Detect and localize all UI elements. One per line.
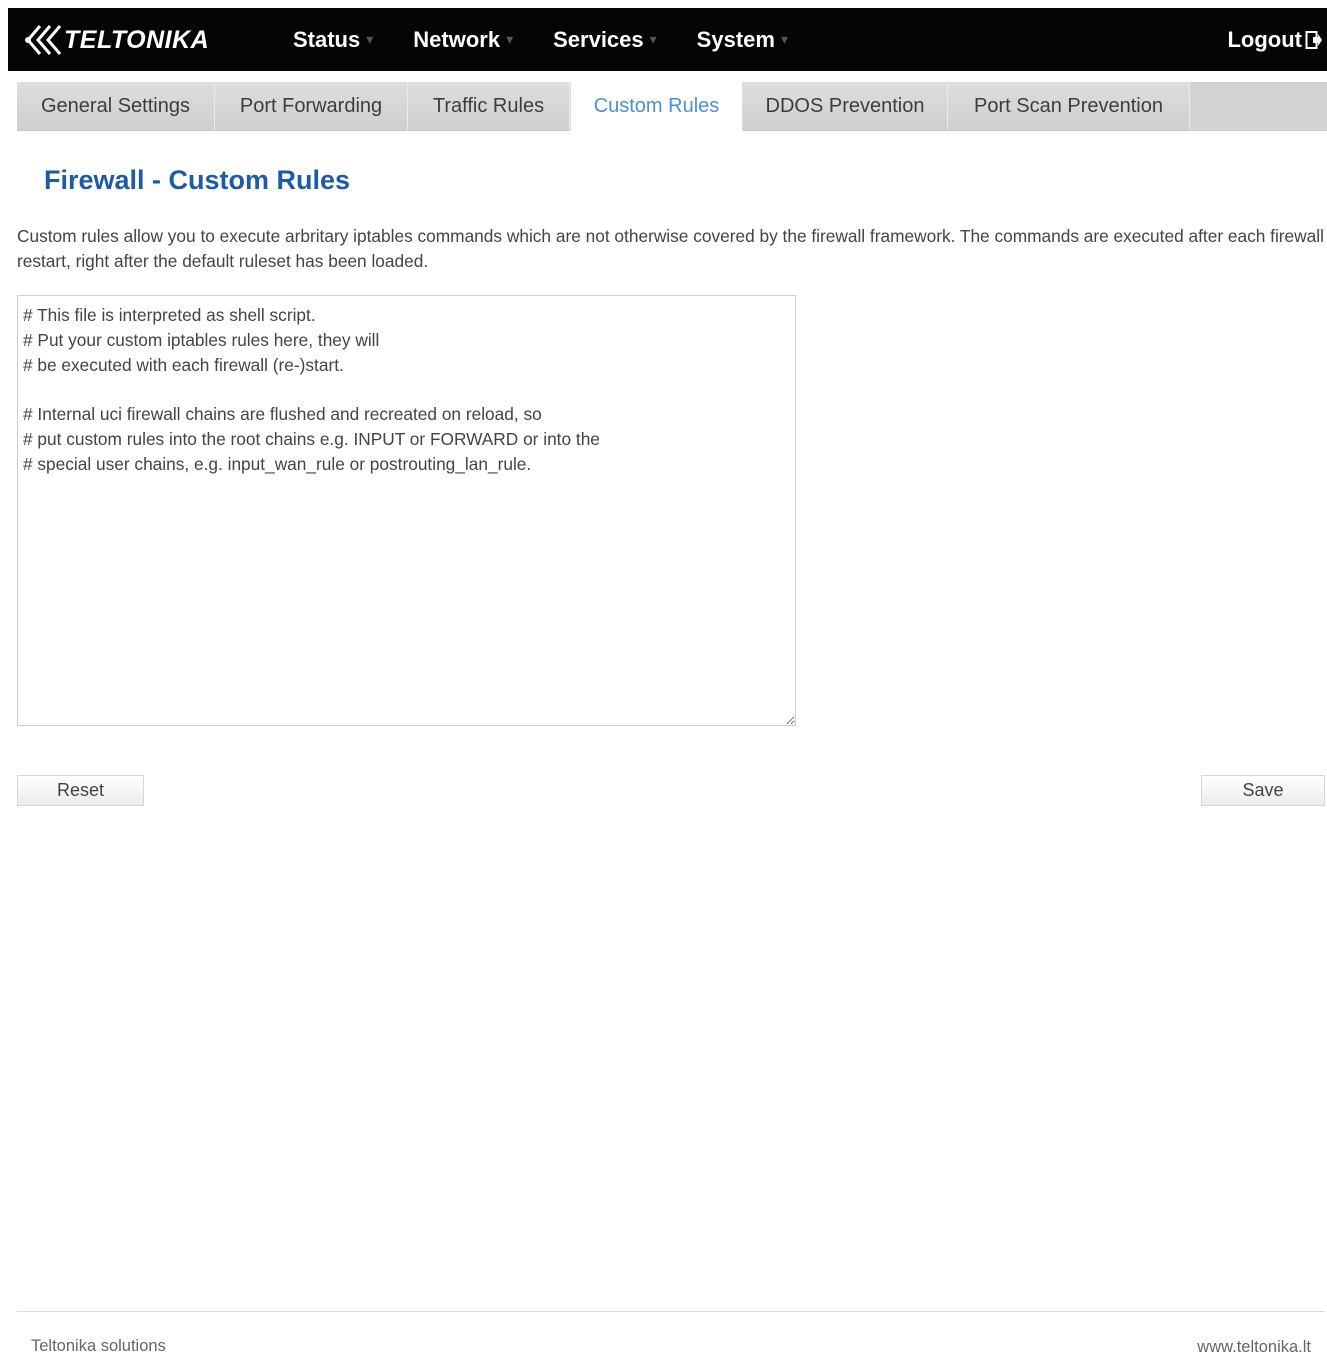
nav-system[interactable]: System ▾ [697,27,788,53]
tab-custom-rules[interactable]: Custom Rules [570,82,743,131]
teltonika-logo[interactable]: TELTONIKA [18,20,209,60]
nav-status-label: Status [293,26,361,52]
tab-ddos-prevention-label: DDOS Prevention [765,94,925,117]
footer-divider [17,1311,1325,1312]
tab-custom-rules-label: Custom Rules [593,95,720,117]
nav-services-label: Services [553,26,644,52]
nav-system-label: System [696,26,775,52]
reset-button[interactable]: Reset [17,775,144,806]
brand-name: TELTONIKA [64,25,210,54]
tab-traffic-rules-label: Traffic Rules [432,94,545,117]
logout-icon [1305,30,1322,49]
tab-port-forwarding-label: Port Forwarding [239,94,383,117]
tab-traffic-rules[interactable]: Traffic Rules [408,82,570,130]
tab-general-settings[interactable]: General Settings [17,82,215,130]
chevron-down-icon: ▾ [366,31,374,47]
tab-port-scan-prevention[interactable]: Port Scan Prevention [948,82,1190,130]
teltonika-logo-icon [25,25,62,55]
page-title: Firewall - Custom Rules [44,165,351,195]
nav-network[interactable]: Network ▾ [413,27,513,53]
logout-label: Logout [1227,26,1302,52]
footer-company: Teltonika solutions [31,1337,166,1355]
chevron-down-icon: ▾ [649,31,657,47]
tab-port-scan-prevention-label: Port Scan Prevention [974,94,1163,117]
nav-status[interactable]: Status ▾ [293,27,373,53]
custom-rules-editor[interactable] [17,295,796,726]
firewall-tabs: General Settings Port Forwarding Traffic… [17,82,1327,131]
nav-network-label: Network [413,26,501,52]
chevron-down-icon: ▾ [506,31,514,47]
tab-ddos-prevention[interactable]: DDOS Prevention [743,82,948,130]
page-description: Custom rules allow you to execute arbrit… [17,226,1324,271]
save-button[interactable]: Save [1201,775,1325,806]
top-navigation-bar: TELTONIKA Status ▾ Network ▾ Services ▾ … [8,8,1327,71]
chevron-down-icon: ▾ [780,31,788,47]
logout-button[interactable]: Logout [1227,8,1323,71]
nav-services[interactable]: Services ▾ [553,27,657,53]
footer-website-link[interactable]: www.teltonika.lt [1197,1338,1311,1357]
tab-general-settings-label: General Settings [41,94,190,117]
main-menu: Status ▾ Network ▾ Services ▾ System ▾ [293,8,828,71]
tab-port-forwarding[interactable]: Port Forwarding [215,82,408,130]
